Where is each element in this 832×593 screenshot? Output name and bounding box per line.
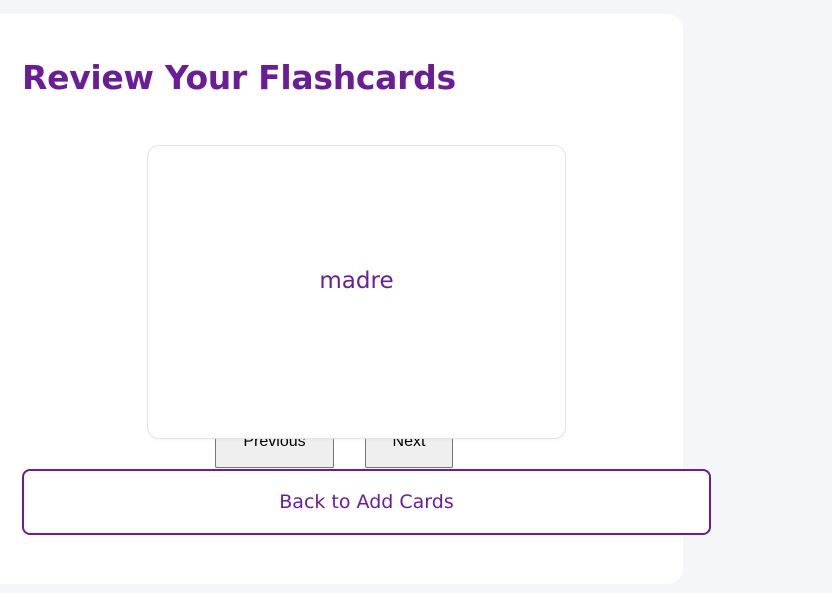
flashcard[interactable]: madre [147, 145, 566, 439]
flashcard-text: madre [319, 268, 394, 294]
page-title: Review Your Flashcards [22, 58, 456, 97]
back-to-add-cards-button[interactable]: Back to Add Cards [22, 469, 711, 535]
